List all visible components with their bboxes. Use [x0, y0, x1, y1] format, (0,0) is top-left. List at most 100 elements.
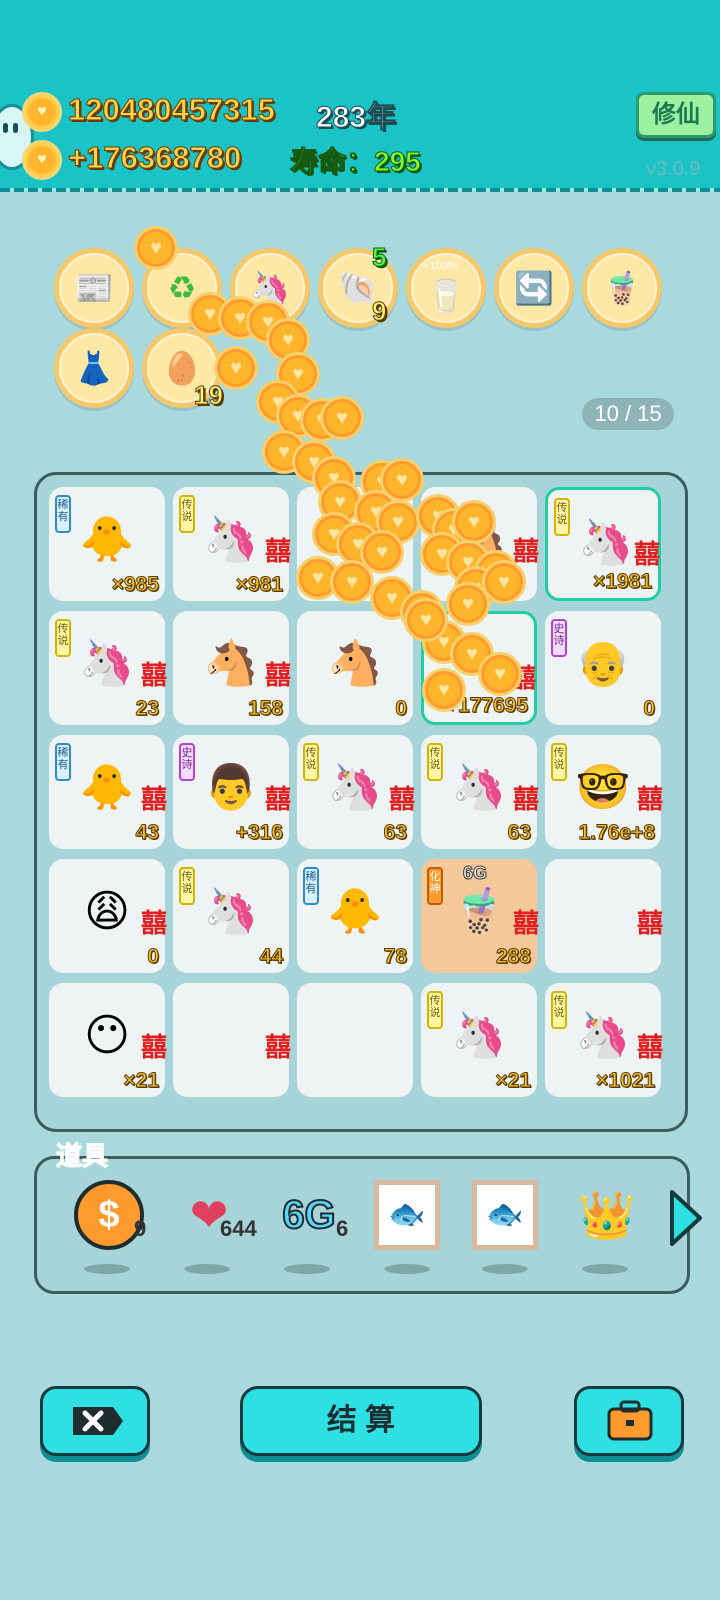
powerup-time-magazine[interactable]: 📰	[54, 248, 134, 328]
character-icon: 🐥	[79, 515, 135, 564]
briefcase-button[interactable]	[574, 1386, 684, 1456]
board-cell[interactable]: 🐴 囍 158	[173, 611, 291, 725]
tool-crown[interactable]: 👑	[572, 1180, 642, 1274]
cell-count: 0	[147, 945, 160, 969]
close-button[interactable]	[40, 1386, 150, 1456]
board-cell[interactable]: 😶 囍 ×21	[49, 983, 167, 1097]
gold-rate: +176368780	[67, 140, 242, 176]
board-cell[interactable]: 传说 🦄 囍 ×1021	[545, 983, 663, 1097]
tool-dollar-coin[interactable]: $ 9	[74, 1180, 146, 1274]
board-cell[interactable]: 😩 囍 0	[49, 859, 167, 973]
double-happiness-icon: 囍	[140, 908, 167, 938]
board-cell[interactable]: 囍	[545, 859, 663, 973]
cell-count: ×21	[495, 1069, 532, 1093]
tool-shadow	[384, 1264, 430, 1274]
character-icon: 🐥	[327, 887, 383, 936]
character-icon: 🦄	[203, 887, 259, 936]
board-cell[interactable]: 传说 🦄 囍 23	[49, 611, 167, 725]
rarity-tag: 史诗	[179, 743, 195, 781]
skirt-icon: 👗	[74, 350, 114, 386]
board-cell[interactable]: 传说 🤓 囍 1.76e+8	[545, 735, 663, 849]
rarity-tag: 传说	[179, 495, 195, 533]
board-cell[interactable]: 稀有 🐥 囍 43	[49, 735, 167, 849]
rarity-tag: 传说	[303, 743, 319, 781]
cell-count: 63	[383, 821, 407, 845]
cell-count: ×1021	[596, 1069, 656, 1093]
board-cell[interactable]: 史诗 👴 0	[545, 611, 661, 725]
tool-shadow	[284, 1264, 330, 1274]
flying-coin-icon	[446, 582, 490, 626]
6g-count: 6	[336, 1216, 349, 1241]
rarity-tag: 传说	[55, 619, 71, 657]
double-happiness-icon: 囍	[264, 1032, 291, 1062]
cell-count: 63	[507, 821, 531, 845]
tool-liver[interactable]: ❤ 644	[174, 1180, 257, 1274]
tool-fish-frame-2[interactable]: 🐟	[472, 1180, 542, 1274]
board-cell[interactable]: 传说 🦄 44	[173, 859, 289, 973]
tools-next-arrow-icon[interactable]	[668, 1188, 704, 1248]
briefcase-icon	[607, 1400, 653, 1441]
rarity-tag: 传说	[179, 867, 195, 905]
powerup-skirt[interactable]: 👗	[54, 328, 134, 408]
board-cell[interactable]: 史诗 👨 囍 +316	[173, 735, 291, 849]
powerup-refresh[interactable]: 🔄	[494, 248, 574, 328]
rarity-tag: 传说	[551, 743, 567, 781]
rarity-tag: 传说	[554, 498, 570, 536]
double-happiness-icon: 囍	[636, 1032, 663, 1062]
gold-coin-icon: ♥	[22, 92, 62, 132]
cell-count: ×1981	[593, 570, 653, 594]
cell-count: 1.76e+8	[578, 821, 655, 845]
character-icon: 🐥	[79, 763, 135, 812]
character-icon: 🦄	[327, 763, 383, 812]
board-cell[interactable]: 囍	[173, 983, 291, 1097]
lifespan-label: 寿命：	[289, 146, 375, 178]
rarity-tag: 稀有	[55, 743, 71, 781]
rarity-tag: 史诗	[551, 619, 567, 657]
character-icon: 😶	[84, 1011, 130, 1060]
cell-count: +316	[235, 821, 283, 845]
powerup-boost[interactable]: 🥛 +100%	[406, 248, 486, 328]
double-happiness-icon: 囍	[264, 536, 291, 566]
rarity-tag: 传说	[427, 991, 443, 1029]
lifespan: 寿命：295	[289, 140, 422, 180]
board-cell[interactable]: 传说 🦄 ×21	[421, 983, 537, 1097]
character-icon: 🐴	[327, 639, 383, 688]
double-happiness-icon: 囍	[512, 784, 539, 814]
backspace-x-icon	[73, 1407, 123, 1435]
double-happiness-icon: 囍	[388, 784, 415, 814]
character-icon: 🦄	[578, 518, 634, 567]
double-happiness-icon: 囍	[633, 539, 660, 569]
flying-coin-icon	[478, 652, 522, 696]
settle-button[interactable]: 结 算	[240, 1386, 482, 1456]
refresh-icon: 🔄	[514, 270, 554, 306]
rarity-tag: 稀有	[55, 495, 71, 533]
cell-count: 0	[643, 697, 656, 721]
year-counter: 283年	[315, 101, 397, 135]
board-cell[interactable]: 稀有 🐥 ×985	[49, 487, 165, 601]
powerup-bubble-tea[interactable]: 🧋	[582, 248, 662, 328]
lifespan-value: 295	[374, 146, 422, 178]
board-cell[interactable]: 传说 🦄 囍 ×981	[173, 487, 291, 601]
cell-count: 0	[395, 697, 408, 721]
tool-fish-frame-1[interactable]: 🐟	[374, 1180, 444, 1274]
board-cell[interactable]: 🐴 0	[297, 611, 413, 725]
board-cell[interactable]: 传说 🦄 囍 63	[297, 735, 415, 849]
liver-count: 644	[220, 1216, 257, 1241]
character-icon: 🦄	[451, 1011, 507, 1060]
board-cell[interactable]: 化神 6G 🧋 囍 288	[421, 859, 539, 973]
flying-coin-icon	[330, 560, 374, 604]
board-cell[interactable]	[297, 983, 413, 1097]
character-icon: 🤓	[575, 763, 631, 812]
tool-6g[interactable]: 6G 6	[274, 1180, 348, 1274]
cultivate-button[interactable]: 修仙	[636, 92, 716, 138]
character-icon: 🦄	[575, 1011, 631, 1060]
board-cell[interactable]: 传说 🦄 囍 ×1981	[545, 487, 661, 601]
double-happiness-icon: 囍	[140, 660, 167, 690]
board-cell[interactable]: 传说 🦄 囍 63	[421, 735, 539, 849]
board-cell[interactable]: 稀有 🐥 78	[297, 859, 413, 973]
character-icon: 😩	[84, 887, 130, 936]
gold-total: 120480457315	[68, 92, 276, 128]
character-icon: 🦄	[451, 763, 507, 812]
cell-count: 158	[247, 697, 283, 721]
double-happiness-icon: 囍	[264, 784, 291, 814]
